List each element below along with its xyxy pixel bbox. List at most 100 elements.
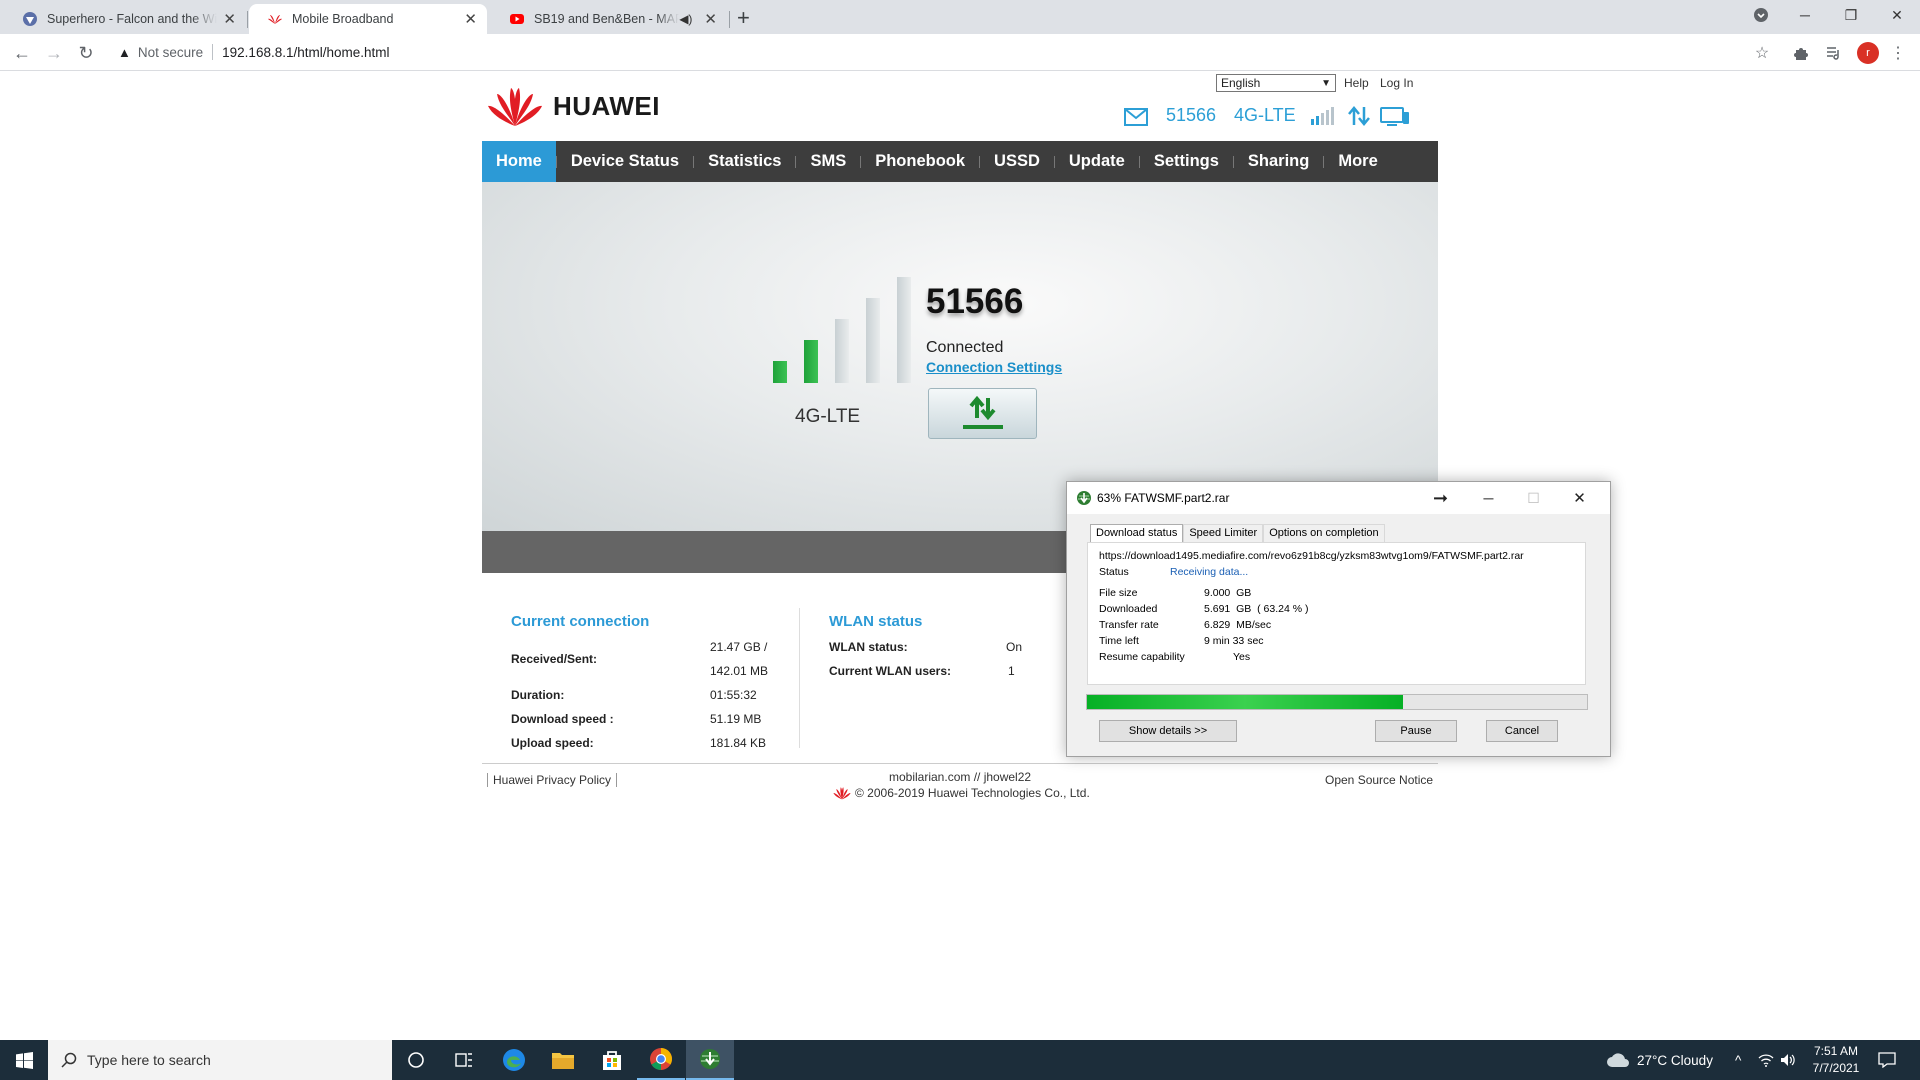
- dialog-minimize-icon[interactable]: ─: [1466, 482, 1511, 514]
- tab-superhero[interactable]: Superhero - Falcon and the Winter Soldie…: [4, 4, 246, 34]
- connection-status: Connected: [926, 339, 1004, 356]
- security-label[interactable]: Not secure: [138, 45, 203, 60]
- notification-icon[interactable]: [1878, 1040, 1896, 1080]
- idm-taskbar-icon[interactable]: [686, 1040, 734, 1080]
- speaker-icon[interactable]: ◀): [679, 12, 692, 26]
- tab-options-on-completion[interactable]: Options on completion: [1263, 524, 1385, 542]
- upload-speed-value: 181.84 KB: [710, 736, 767, 750]
- reload-icon[interactable]: ↻: [72, 39, 100, 67]
- menu-home[interactable]: Home: [482, 141, 556, 182]
- volume-icon[interactable]: [1780, 1040, 1796, 1080]
- downloaded-label: Downloaded: [1099, 603, 1158, 615]
- connection-settings-link[interactable]: Connection Settings: [926, 359, 1062, 375]
- signal-bar: [897, 277, 911, 383]
- tab-youtube[interactable]: SB19 and Ben&Ben - MAPA ◀) ✕: [491, 4, 727, 34]
- dialog-titlebar[interactable]: 63% FATWSMF.part2.rar ➞ ─ ☐ ✕: [1067, 482, 1610, 514]
- pause-button[interactable]: Pause: [1375, 720, 1457, 742]
- received-sent-label: Received/Sent:: [511, 652, 598, 666]
- browser-toolbar: ← → ↻ ▲ Not secure 192.168.8.1/html/home…: [0, 34, 1920, 71]
- minimize-icon[interactable]: ─: [1782, 0, 1828, 30]
- duration-value: 01:55:32: [710, 688, 757, 702]
- chrome-icon[interactable]: [637, 1040, 685, 1080]
- menu-settings[interactable]: Settings: [1140, 141, 1233, 182]
- file-size-value: 9.000 GB: [1204, 587, 1252, 599]
- login-link[interactable]: Log In: [1380, 76, 1413, 90]
- wlan-users-label: Current WLAN users:: [829, 664, 952, 678]
- address-bar[interactable]: ▲ Not secure 192.168.8.1/html/home.html: [108, 38, 1776, 66]
- wifi-icon[interactable]: [1758, 1040, 1774, 1080]
- bookmark-star-icon[interactable]: ☆: [1749, 40, 1775, 66]
- taskbar-search-box[interactable]: Type here to search: [48, 1040, 392, 1080]
- kebab-menu-icon[interactable]: ⋮: [1885, 40, 1911, 66]
- file-explorer-icon[interactable]: [539, 1040, 587, 1080]
- task-view-icon[interactable]: [440, 1040, 488, 1080]
- language-select[interactable]: English ▼: [1216, 74, 1336, 92]
- help-link[interactable]: Help: [1344, 76, 1369, 90]
- footer-credit: mobilarian.com // jhowel22: [889, 770, 1032, 784]
- warning-triangle-icon[interactable]: ▲: [118, 45, 131, 60]
- banner-network-type: 4G-LTE: [795, 406, 861, 427]
- cloud-icon: [1607, 1053, 1629, 1067]
- menu-ussd[interactable]: USSD: [980, 141, 1054, 182]
- signal-strength-icon: [1310, 106, 1336, 131]
- url-text[interactable]: 192.168.8.1/html/home.html: [222, 45, 389, 60]
- edge-icon[interactable]: [490, 1040, 538, 1080]
- dialog-close-icon[interactable]: ✕: [1557, 482, 1602, 514]
- download-url: https://download1495.mediafire.com/revo6…: [1099, 550, 1524, 562]
- close-icon[interactable]: ✕: [223, 10, 236, 28]
- show-details-button[interactable]: Show details >>: [1099, 720, 1237, 742]
- resume-capability-value: Yes: [1233, 651, 1251, 663]
- extensions-puzzle-icon[interactable]: [1788, 40, 1814, 66]
- restore-icon[interactable]: ❐: [1828, 0, 1874, 30]
- menu-sms[interactable]: SMS: [796, 141, 860, 182]
- download-speed-value: 51.19 MB: [710, 712, 762, 726]
- forward-arrow-icon[interactable]: →: [40, 39, 68, 67]
- dialog-maximize-icon[interactable]: ☐: [1511, 482, 1556, 514]
- store-icon[interactable]: [588, 1040, 636, 1080]
- wlan-users-value: 1: [1008, 664, 1015, 678]
- menu-more[interactable]: More: [1324, 141, 1391, 182]
- privacy-policy-link[interactable]: Huawei Privacy Policy: [487, 773, 618, 787]
- shield-favicon-icon: [23, 12, 37, 26]
- menu-statistics[interactable]: Statistics: [694, 141, 795, 182]
- back-arrow-icon[interactable]: ←: [8, 39, 36, 67]
- signal-bar: [804, 340, 818, 383]
- system-clock[interactable]: 7:51 AM 7/7/2021: [1796, 1043, 1876, 1077]
- brand-name: HUAWEI: [553, 90, 660, 121]
- status-label: Status: [1099, 566, 1129, 578]
- tab-title: SB19 and Ben&Ben - MAPA: [534, 12, 680, 26]
- chevron-up-icon[interactable]: ^: [1735, 1040, 1741, 1080]
- weather-text: 27°C Cloudy: [1637, 1052, 1713, 1068]
- duration-label: Duration:: [511, 688, 565, 702]
- tab-download-status[interactable]: Download status: [1090, 524, 1184, 543]
- windows-taskbar: Type here to search 27°C Cloudy ^ 7:51 A…: [0, 1040, 1920, 1080]
- mail-icon[interactable]: [1124, 108, 1148, 131]
- network-type: 4G-LTE: [1234, 105, 1296, 125]
- tab-search-icon[interactable]: [1738, 0, 1784, 30]
- tab-title: Mobile Broadband: [292, 12, 394, 26]
- youtube-favicon-icon: [510, 14, 524, 24]
- tab-speed-limiter[interactable]: Speed Limiter: [1183, 524, 1264, 542]
- media-control-icon[interactable]: [1820, 40, 1846, 66]
- menu-device-status[interactable]: Device Status: [557, 141, 693, 182]
- new-tab-button[interactable]: +: [737, 5, 750, 31]
- weather-widget[interactable]: 27°C Cloudy: [1606, 1040, 1713, 1080]
- time-left-label: Time left: [1099, 635, 1139, 647]
- windows-start-icon[interactable]: [0, 1040, 48, 1080]
- close-icon[interactable]: ✕: [704, 10, 717, 28]
- window-close-icon[interactable]: ✕: [1874, 0, 1920, 30]
- cancel-button[interactable]: Cancel: [1486, 720, 1558, 742]
- menu-sharing[interactable]: Sharing: [1234, 141, 1323, 182]
- operator-name: 51566: [1166, 105, 1217, 125]
- huawei-small-logo-icon: [833, 787, 851, 800]
- close-icon[interactable]: ✕: [464, 10, 477, 28]
- copyright-text: © 2006-2019 Huawei Technologies Co., Ltd…: [855, 786, 1090, 800]
- profile-avatar[interactable]: r: [1857, 42, 1879, 64]
- menu-update[interactable]: Update: [1055, 141, 1139, 182]
- menu-phonebook[interactable]: Phonebook: [861, 141, 979, 182]
- cortana-icon[interactable]: [392, 1040, 440, 1080]
- disconnect-button[interactable]: [928, 388, 1037, 439]
- transfer-rate-value: 6.829 MB/sec: [1204, 619, 1272, 631]
- tab-mobile-broadband[interactable]: Mobile Broadband ✕: [249, 4, 487, 34]
- open-source-link[interactable]: Open Source Notice: [1325, 773, 1433, 787]
